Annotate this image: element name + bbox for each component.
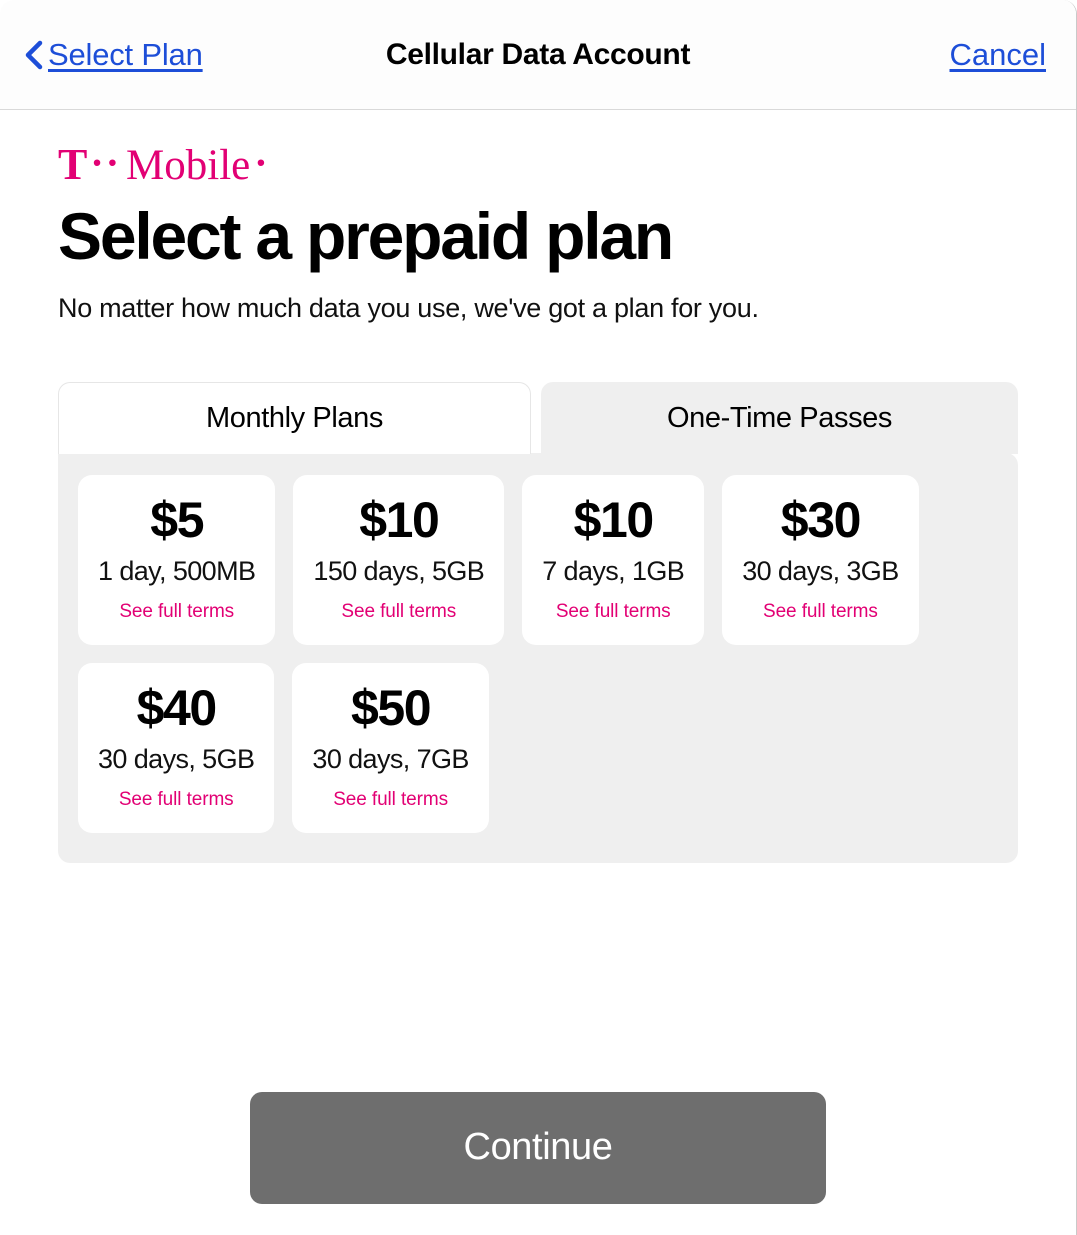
continue-button[interactable]: Continue: [250, 1091, 826, 1204]
navigation-bar: Select Plan Cellular Data Account Cancel: [0, 0, 1076, 110]
logo-dots: ··: [90, 140, 122, 185]
plan-card[interactable]: $10 7 days, 1GB See full terms: [522, 475, 705, 646]
page-heading: Select a prepaid plan: [58, 199, 674, 273]
see-full-terms-link[interactable]: See full terms: [119, 789, 234, 811]
plan-price: $30: [780, 492, 862, 549]
plan-card[interactable]: $50 30 days, 7GB See full terms: [292, 663, 489, 834]
logo-tail-dot: ·: [254, 140, 268, 185]
plan-card[interactable]: $10 150 days, 5GB See full terms: [293, 475, 505, 646]
tab-one-time-passes-label: One-Time Passes: [667, 401, 892, 434]
main-content: T ·· Mobile · Select a prepaid plan No m…: [0, 142, 1076, 864]
plan-detail: 1 day, 500MB: [98, 556, 256, 587]
plan-price: $10: [359, 492, 440, 549]
plan-detail: 30 days, 7GB: [312, 744, 469, 775]
plan-detail: 30 days, 5GB: [98, 744, 255, 775]
chevron-left-icon: [22, 40, 44, 70]
plan-card[interactable]: $5 1 day, 500MB See full terms: [78, 475, 276, 646]
see-full-terms-link[interactable]: See full terms: [333, 789, 448, 811]
tab-monthly-plans[interactable]: Monthly Plans: [58, 382, 532, 455]
tab-monthly-plans-label: Monthly Plans: [206, 402, 383, 435]
plan-detail: 7 days, 1GB: [542, 556, 685, 587]
plans-region: Monthly Plans One-Time Passes $5 1 day, …: [58, 382, 1018, 864]
plan-price: $5: [150, 492, 204, 549]
plan-detail: 30 days, 3GB: [742, 556, 899, 587]
see-full-terms-link[interactable]: See full terms: [763, 601, 878, 623]
plan-price: $50: [350, 680, 432, 737]
t-mobile-logo: T ·· Mobile ·: [58, 142, 1018, 188]
plan-detail: 150 days, 5GB: [313, 556, 485, 587]
plans-panel: $5 1 day, 500MB See full terms $10 150 d…: [58, 453, 1018, 864]
plan-tabs: Monthly Plans One-Time Passes: [58, 382, 1018, 455]
cellular-data-account-window: Select Plan Cellular Data Account Cancel…: [0, 0, 1077, 1235]
logo-word: Mobile: [126, 141, 251, 189]
page-subheading: No matter how much data you use, we've g…: [58, 293, 759, 324]
plan-price: $10: [573, 492, 655, 549]
plan-card[interactable]: $40 30 days, 5GB See full terms: [78, 663, 275, 834]
plan-grid: $5 1 day, 500MB See full terms $10 150 d…: [78, 475, 998, 834]
back-button[interactable]: Select Plan: [22, 0, 203, 110]
tab-one-time-passes[interactable]: One-Time Passes: [541, 382, 1018, 455]
plan-price: $40: [136, 680, 218, 737]
see-full-terms-link[interactable]: See full terms: [119, 601, 234, 623]
see-full-terms-link[interactable]: See full terms: [556, 601, 671, 623]
logo-t-glyph: T: [58, 140, 88, 189]
see-full-terms-link[interactable]: See full terms: [341, 601, 456, 623]
cancel-button[interactable]: Cancel: [950, 0, 1047, 110]
back-button-label: Select Plan: [48, 37, 203, 72]
plan-card[interactable]: $30 30 days, 3GB See full terms: [722, 475, 919, 646]
footer-bar: Continue: [0, 1060, 1076, 1235]
